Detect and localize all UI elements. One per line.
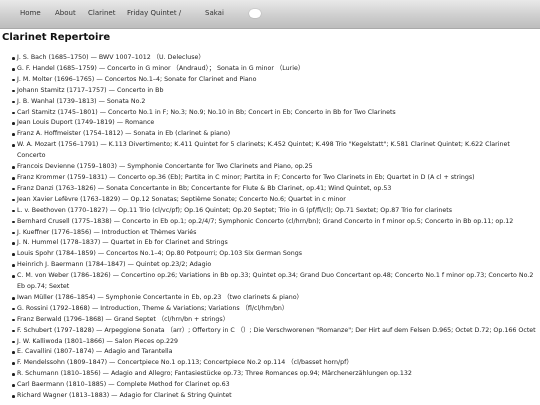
- top-navbar: Home About Clarinet Friday Quintet / Sak…: [0, 0, 540, 29]
- list-item: F. Schubert (1797–1828) — Arpeggione Son…: [12, 326, 540, 337]
- list-item: Iwan Müller (1786–1854) — Symphonie Conc…: [12, 293, 540, 304]
- list-item: Jean Xavier Lefèvre (1763–1829) — Op.12 …: [12, 195, 540, 206]
- list-item: Franz A. Hoffmeister (1754–1812) — Sonat…: [12, 129, 540, 140]
- list-item: Franz Krommer (1759–1831) — Concerto op.…: [12, 173, 540, 184]
- list-item: Carl Stamitz (1745–1801) — Concerto No.1…: [12, 108, 540, 119]
- nav-home-link[interactable]: Home: [20, 9, 41, 17]
- nav-sakai-link[interactable]: Sakai: [205, 9, 224, 17]
- list-item: J. Kueffner (1776–1856) — Introduction e…: [12, 228, 540, 239]
- list-item: J. S. Bach (1685–1750) — BWV 1007–1012 （…: [12, 53, 540, 64]
- list-item: J. N. Hummel (1778–1837) — Quartet in Eb…: [12, 238, 540, 249]
- list-item: Carl Baermann (1810–1885) — Complete Met…: [12, 380, 540, 391]
- list-item: Bernhard Crusell (1775–1838) — Concerto …: [12, 217, 540, 228]
- list-item: Jean Louis Duport (1749–1819) — Romance: [12, 118, 540, 129]
- nav-about-link[interactable]: About: [55, 9, 76, 17]
- list-item: F. Mendelssohn (1809–1847) — Concertpiec…: [12, 358, 540, 369]
- nav-clarinet-link[interactable]: Clarinet: [88, 9, 115, 17]
- repertoire-list: J. S. Bach (1685–1750) — BWV 1007–1012 （…: [12, 53, 540, 402]
- list-item: E. Cavallini (1807–1874) — Adagio and Ta…: [12, 347, 540, 358]
- list-item: J. M. Molter (1696–1765) — Concertos No.…: [12, 75, 540, 86]
- list-item: Johann Stamitz (1717–1757) — Concerto in…: [12, 86, 540, 97]
- list-item: J. B. Wanhal (1739–1813) — Sonata No.2: [12, 97, 540, 108]
- list-item: Franz Danzi (1763–1826) — Sonata Concert…: [12, 184, 540, 195]
- theme-toggle[interactable]: [249, 9, 261, 18]
- page-title: Clarinet Repertoire: [2, 32, 111, 43]
- list-item: C. M. von Weber (1786–1826) — Concertino…: [12, 271, 540, 293]
- list-item: G. F. Handel (1685–1759) — Concerto in G…: [12, 64, 540, 75]
- list-item: Louis Spohr (1784–1859) — Concertos No.1…: [12, 249, 540, 260]
- list-item: Richard Wagner (1813–1883) — Adagio for …: [12, 391, 540, 402]
- list-item: Franz Berwald (1796–1868) — Grand Septet…: [12, 315, 540, 326]
- list-item: Francois Devienne (1759–1803) — Symphoni…: [12, 162, 540, 173]
- nav-friday-quintet-link[interactable]: Friday Quintet /: [127, 9, 181, 17]
- list-item: Heinrich J. Baermann (1784–1847) — Quint…: [12, 260, 540, 271]
- list-item: R. Schumann (1810–1856) — Adagio and All…: [12, 369, 540, 380]
- list-item: J. W. Kalliwoda (1801–1866) — Salon Piec…: [12, 337, 540, 348]
- list-item: L. v. Beethoven (1770–1827) — Op.11 Trio…: [12, 206, 540, 217]
- list-item: W. A. Mozart (1756–1791) — K.113 Diverti…: [12, 140, 540, 162]
- list-item: G. Rossini (1792–1868) — Introduction, T…: [12, 304, 540, 315]
